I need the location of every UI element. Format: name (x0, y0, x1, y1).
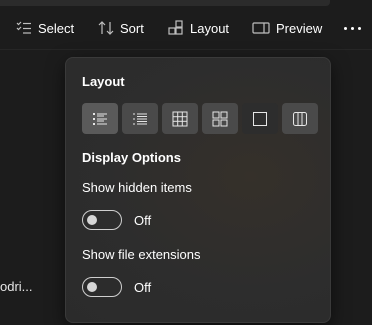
layout-button[interactable]: Layout (168, 10, 229, 46)
select-label: Select (38, 20, 75, 36)
preview-label: Preview (276, 20, 323, 36)
show-file-extensions-toggle[interactable] (82, 277, 122, 297)
layout-icon (168, 20, 184, 36)
show-hidden-items-toggle[interactable] (82, 210, 122, 230)
select-icon (16, 21, 32, 35)
top-input-strip (0, 0, 330, 6)
layout-heading: Layout (82, 74, 125, 89)
columns-icon (293, 111, 307, 126)
sort-label: Sort (120, 20, 144, 36)
select-button[interactable]: Select (16, 10, 74, 46)
show-hidden-items-state: Off (134, 212, 152, 228)
toolbar-divider (0, 49, 372, 50)
layout-options (82, 103, 318, 134)
show-hidden-items-label: Show hidden items (82, 180, 192, 195)
show-file-extensions-label: Show file extensions (82, 247, 201, 262)
preview-button[interactable]: Preview (252, 10, 322, 46)
file-list-item-label[interactable]: odri... (0, 279, 33, 294)
large-view-button[interactable] (242, 103, 278, 134)
tiles-view-button[interactable] (202, 103, 238, 134)
sort-icon (98, 20, 114, 36)
toggle-knob (87, 282, 97, 292)
show-file-extensions-state: Off (134, 279, 152, 295)
grid-view-button[interactable] (162, 103, 198, 134)
layout-label: Layout (190, 20, 230, 36)
display-options-heading: Display Options (82, 150, 181, 165)
list-view-button[interactable] (122, 103, 158, 134)
show-hidden-items-row: Off (82, 210, 151, 230)
toggle-knob (87, 215, 97, 225)
details-list-icon (93, 112, 107, 125)
preview-pane-icon (252, 21, 270, 35)
columns-view-button[interactable] (282, 103, 318, 134)
show-file-extensions-row: Off (82, 277, 151, 297)
toolbar: Select Sort Layout Preview (0, 10, 372, 46)
list-icon (133, 113, 147, 124)
square-icon (253, 111, 267, 126)
tiles-icon (212, 111, 228, 126)
sort-button[interactable]: Sort (98, 10, 144, 46)
grid-icon (172, 111, 188, 126)
more-icon (343, 26, 361, 30)
view-options-flyout: Layout Display Options Show hidden items… (65, 57, 331, 323)
details-view-button[interactable] (82, 103, 118, 134)
more-options-button[interactable] (338, 10, 366, 46)
